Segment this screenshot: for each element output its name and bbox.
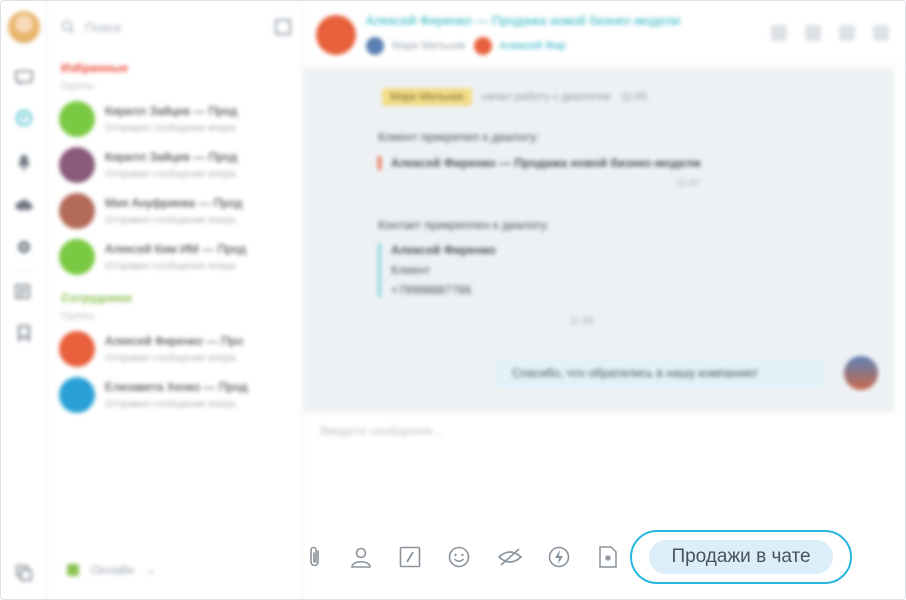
contact-name: Алексей Ким ИМ — Прод	[105, 242, 247, 256]
avatar	[59, 193, 95, 229]
sales-in-chat-button[interactable]: Продажи в чате	[630, 530, 852, 584]
contact-name: Елизавета Хенко — Прод	[105, 380, 248, 394]
card-name: Алексей Фиренко	[391, 243, 496, 257]
call-icon[interactable]	[771, 25, 787, 41]
message-time: 11:08	[569, 316, 594, 327]
header-actions	[771, 25, 889, 41]
avatar	[366, 37, 384, 55]
section-recent-sub: Группы	[61, 311, 95, 322]
contact-status: Отправил сообщение вчера	[105, 261, 236, 272]
search-icon	[61, 20, 75, 34]
list-item[interactable]: Алексей Фиренко — Про Отправил сообщение …	[59, 329, 289, 369]
window-icon[interactable]	[15, 564, 33, 582]
app-window: Поиск Избранные Группы Кирилл Зайцев — П…	[0, 0, 906, 600]
message-input-area[interactable]: Введите сообщение...	[304, 414, 905, 524]
avatar	[844, 356, 878, 390]
hidden-message-icon[interactable]	[497, 545, 523, 569]
chats-icon[interactable]	[15, 69, 33, 87]
icon-rail	[1, 1, 47, 599]
cloud-icon[interactable]	[15, 196, 33, 214]
card-phone: +79998887766	[391, 283, 472, 297]
settings-icon[interactable]	[15, 238, 33, 256]
avatar	[59, 377, 95, 413]
paperclip-icon[interactable]	[304, 545, 326, 569]
notifications-icon[interactable]	[15, 153, 33, 171]
bookmark-icon[interactable]	[15, 324, 33, 342]
menu-icon[interactable]	[873, 25, 889, 41]
section-favorites-sub: Группы	[61, 81, 95, 92]
system-message: Марк Мельник начал работу с диалогом 11:…	[382, 88, 647, 106]
avatar	[59, 147, 95, 183]
lightning-icon[interactable]	[548, 545, 570, 569]
avatar	[59, 101, 95, 137]
status-selector[interactable]: Онлайн ⌄	[67, 563, 156, 577]
chat-avatar[interactable]	[316, 15, 356, 55]
list-item[interactable]: Кирилл Зайцев — Прод Отправил сообщение в…	[59, 145, 289, 185]
search-box[interactable]: Поиск	[61, 17, 261, 37]
contact-status: Отправил сообщение вчера	[105, 353, 236, 364]
section-favorites: Избранные	[61, 61, 129, 75]
chat-title[interactable]: Алексей Фиренко — Продажа новой бизнес-м…	[366, 13, 680, 28]
section-recent: Сотрудники	[61, 291, 132, 305]
chevron-down-icon: ⌄	[145, 563, 157, 577]
blurred-background: Поиск Избранные Группы Кирилл Зайцев — П…	[1, 1, 905, 599]
sales-in-chat-label: Продажи в чате	[649, 540, 833, 574]
message-text: Клиент прикрепил к диалогу:	[378, 130, 540, 144]
user-icon[interactable]	[350, 545, 372, 569]
card-role: Клиент	[391, 263, 431, 277]
status-label: Онлайн	[91, 563, 134, 577]
message-text: Спасибо, что обратились в нашу компанию!	[512, 366, 758, 380]
edit-icon[interactable]	[399, 545, 421, 569]
rail-divider	[11, 269, 37, 270]
status-dot	[67, 564, 79, 576]
message-area: Марк Мельник начал работу с диалогом 11:…	[304, 68, 894, 413]
avatar	[59, 239, 95, 275]
system-time: 11:05	[620, 91, 648, 103]
chat-participants: Марк Мельник Алексей Фир	[366, 37, 566, 55]
list-item[interactable]: Кирилл Зайцев — Прод Отправил сообщение в…	[59, 99, 289, 139]
smile-icon[interactable]	[448, 545, 470, 569]
user-avatar[interactable]	[8, 11, 40, 43]
contact-name: Кирилл Зайцев — Прод	[105, 104, 238, 118]
form-icon[interactable]	[598, 545, 618, 569]
deal-link[interactable]: Алексей Фиренко — Продажа новой бизнес-м…	[378, 156, 701, 170]
message-time: 11:07	[676, 178, 701, 189]
contact-status: Отправил сообщение вчера	[105, 215, 236, 226]
avatar	[59, 331, 95, 367]
recent-list: Поиск Избранные Группы Кирилл Зайцев — П…	[47, 1, 303, 599]
list-item[interactable]: Мия Ануфриева — Прод Отправил сообщение в…	[59, 191, 289, 231]
open-lines-icon[interactable]	[15, 109, 33, 127]
participant-name: Марк Мельник	[392, 40, 466, 52]
contact-status: Отправил сообщение вчера	[105, 169, 236, 180]
contact-name: Алексей Фиренко — Про	[105, 334, 244, 348]
contact-name: Мия Ануфриева — Прод	[105, 196, 243, 210]
contact-status: Отправил сообщение вчера	[105, 399, 236, 410]
system-tag: Марк Мельник	[382, 88, 472, 106]
list-item[interactable]: Елизавета Хенко — Прод Отправил сообщение…	[59, 375, 289, 415]
contact-status: Отправил сообщение вчера	[105, 123, 236, 134]
group-name: Алексей Фир	[499, 40, 566, 52]
avatar	[473, 37, 492, 55]
outgoing-message: Спасибо, что обратились в нашу компанию!	[494, 358, 824, 388]
search-icon[interactable]	[839, 25, 855, 41]
contact-name: Кирилл Зайцев — Прод	[105, 150, 238, 164]
search-input[interactable]: Поиск	[85, 20, 121, 35]
chat-header: Алексей Фиренко — Продажа новой бизнес-м…	[304, 1, 905, 67]
list-item[interactable]: Алексей Ким ИМ — Прод Отправил сообщение …	[59, 237, 289, 277]
message-input[interactable]: Введите сообщение...	[320, 424, 443, 438]
tasks-icon[interactable]	[15, 283, 33, 301]
message-text: Контакт прикреплен к диалогу:	[378, 218, 550, 232]
new-chat-icon[interactable]	[275, 19, 291, 35]
contact-card[interactable]: Алексей Фиренко Клиент +79998887766	[378, 243, 496, 297]
video-icon[interactable]	[805, 25, 821, 41]
system-text: начал работу с диалогом	[481, 91, 611, 103]
